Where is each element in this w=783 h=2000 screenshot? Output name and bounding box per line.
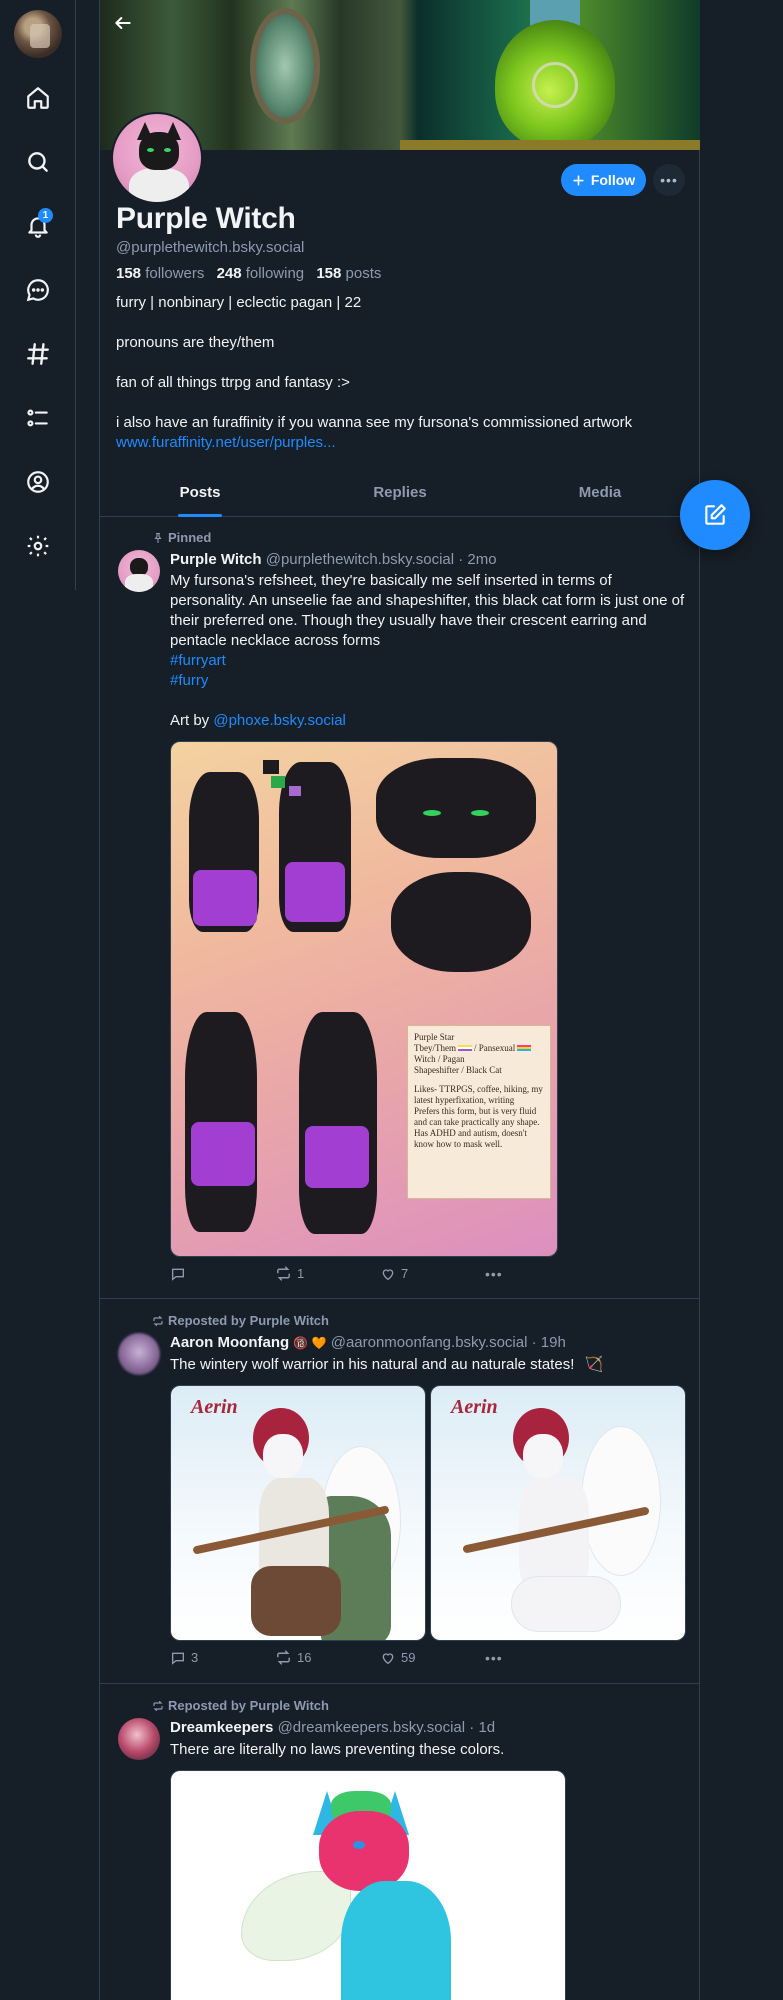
chat-icon[interactable] [22,274,54,306]
heart-icon [382,1652,394,1664]
post-image[interactable]: Purple Star Tbey/Them / Pansexual Witch /… [170,741,558,1257]
post-text: There are literally no laws preventing t… [170,1741,505,1758]
compose-button[interactable] [680,480,750,550]
tab-media[interactable]: Media [500,473,700,516]
repost-button[interactable]: 16 [275,1649,380,1666]
posts-stat: 158 posts [316,265,382,282]
follow-label: Follow [590,172,636,188]
post-time[interactable]: · 1d [469,1719,495,1736]
reply-icon [172,1652,184,1665]
ellipsis-icon: ••• [485,1265,503,1282]
pin-icon [154,532,162,543]
search-icon[interactable] [22,146,54,178]
post-text: The wintery wolf warrior in his natural … [170,1356,604,1373]
reply-button[interactable]: 3 [170,1650,275,1666]
repost-icon [277,1650,290,1665]
back-button[interactable] [106,6,140,40]
post-more-button[interactable]: ••• [485,1650,590,1666]
current-user-avatar[interactable] [14,10,62,58]
wolf-warrior-art-natural: Aerin [431,1386,685,1640]
reply-button[interactable] [170,1266,275,1282]
bio-link[interactable]: www.furaffinity.net/user/purples... [116,434,336,451]
post-actions: 1 7 ••• [170,1265,590,1282]
ellipsis-icon: ••• [485,1649,503,1666]
repost-context[interactable]: Reposted by Purple Witch [152,1698,329,1713]
author-handle[interactable]: @dreamkeepers.bsky.social [278,1719,466,1736]
post-text: My fursona's refsheet, they're basically… [170,572,685,729]
author-name[interactable]: Dreamkeepers [170,1719,273,1736]
post-header: Purple Witch @purplethewitch.bsky.social… [170,551,497,568]
pinned-label: Pinned [152,530,211,545]
post-header: Dreamkeepers @dreamkeepers.bsky.social ·… [170,1719,495,1736]
profile-icon[interactable] [22,466,54,498]
post-avatar[interactable] [118,1333,160,1375]
feed-post[interactable]: Reposted by Purple Witch Dreamkeepers @d… [100,1684,700,2000]
hashtag-link[interactable]: #furryart [170,652,226,669]
profile-bio: furry | nonbinary | eclectic pagan | 22 … [116,293,686,453]
profile-avatar[interactable] [111,112,203,204]
profile-main-column: Follow ••• Purple Witch @purplethewitch.… [99,0,700,2000]
reply-icon [172,1268,184,1281]
like-button[interactable]: 59 [380,1650,485,1666]
repost-context[interactable]: Reposted by Purple Witch [152,1313,329,1328]
left-nav: 1 [0,0,76,590]
lists-icon[interactable] [22,402,54,434]
profile-tabs: Posts Replies Media [100,473,700,517]
banner-mirror-art [250,8,320,124]
refsheet-art: Purple Star Tbey/Them / Pansexual Witch /… [171,742,557,1256]
tab-posts[interactable]: Posts [100,473,300,516]
tab-replies[interactable]: Replies [300,473,500,516]
dragon-art [171,1771,565,2000]
author-name[interactable]: Aaron Moonfang [170,1334,289,1351]
post-image[interactable]: Aerin [170,1385,426,1641]
post-avatar[interactable] [118,550,160,592]
feed-post[interactable]: Reposted by Purple Witch Aaron Moonfang … [100,1299,700,1684]
post-image[interactable]: Aerin [430,1385,686,1641]
following-stat[interactable]: 248 following [217,265,305,282]
follow-button[interactable]: Follow [561,164,646,196]
plus-icon [573,174,584,186]
notification-badge: 1 [38,208,53,223]
followers-stat[interactable]: 158 followers [116,265,204,282]
hashtag-link[interactable]: #furry [170,672,208,689]
bio-line: furry | nonbinary | eclectic pagan | 22 [116,294,362,311]
author-name-emoji: 🔞 🧡 [293,1336,327,1350]
post-image[interactable] [170,1770,566,2000]
post-time[interactable]: · 2mo [458,551,496,568]
bio-line: i also have an furaffinity if you wanna … [116,414,633,431]
notifications-icon[interactable]: 1 [22,208,54,242]
bio-line: pronouns are they/them [116,334,275,351]
post-avatar[interactable] [118,1718,160,1760]
profile-more-button[interactable]: ••• [653,164,685,196]
wolf-warrior-art-clothed: Aerin [171,1386,425,1640]
profile-stats: 158 followers 248 following 158 posts [116,265,381,282]
compose-icon [705,504,726,525]
post-time[interactable]: · 19h [532,1334,566,1351]
repost-icon [153,1315,163,1326]
heart-icon [382,1268,394,1280]
author-handle[interactable]: @purplethewitch.bsky.social [266,551,454,568]
post-header: Aaron Moonfang 🔞 🧡 @aaronmoonfang.bsky.s… [170,1334,566,1351]
feed-post[interactable]: Pinned Purple Witch @purplethewitch.bsky… [100,517,700,1299]
profile-handle: @purplethewitch.bsky.social [116,239,305,256]
home-icon[interactable] [22,82,54,114]
arrow-left-icon [115,17,131,29]
repost-button[interactable]: 1 [275,1265,380,1282]
repost-icon [153,1700,163,1711]
post-more-button[interactable]: ••• [485,1266,590,1282]
bio-line: fan of all things ttrpg and fantasy :> [116,374,350,391]
post-actions: 3 16 59 ••• [170,1649,590,1666]
author-name[interactable]: Purple Witch [170,551,262,568]
profile-display-name: Purple Witch [116,202,296,235]
ellipsis-icon: ••• [660,172,678,188]
bow-emoji: 🏹 [584,1356,604,1373]
settings-icon[interactable] [22,530,54,562]
repost-icon [277,1266,290,1281]
mention-link[interactable]: @phoxe.bsky.social [213,712,346,729]
refsheet-info-card: Purple Star Tbey/Them / Pansexual Witch /… [407,1025,551,1199]
feeds-icon[interactable] [22,338,54,370]
author-handle[interactable]: @aaronmoonfang.bsky.social [331,1334,528,1351]
like-button[interactable]: 7 [380,1266,485,1282]
